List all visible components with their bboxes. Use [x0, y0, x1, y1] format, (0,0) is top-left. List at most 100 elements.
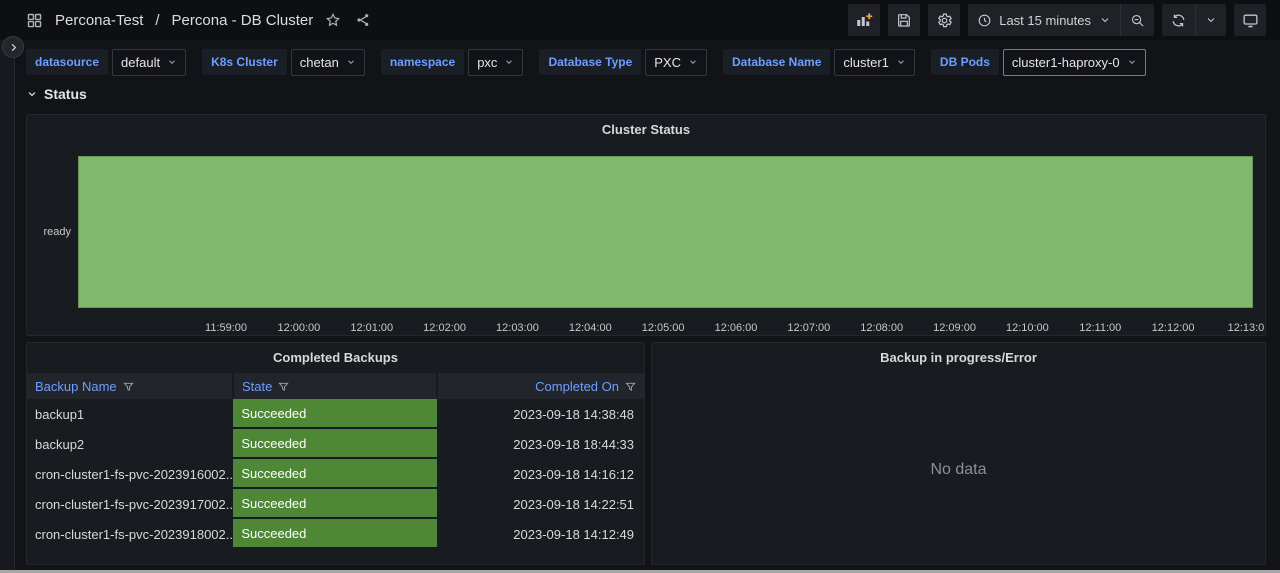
save-dashboard-button[interactable]	[888, 4, 920, 36]
apps-grid-icon[interactable]	[24, 10, 45, 31]
filter-selected-value: default	[121, 55, 160, 70]
column-header-backup-name[interactable]: Backup Name	[27, 373, 232, 399]
chevron-down-icon	[896, 57, 906, 67]
time-picker-group: Last 15 minutes	[968, 4, 1154, 36]
chevron-down-icon	[167, 57, 177, 67]
cell-state-succeeded: Succeeded	[233, 489, 436, 519]
x-tick-label: 12:07:00	[787, 322, 830, 334]
x-tick-label: 12:02:00	[423, 322, 466, 334]
share-icon[interactable]	[353, 10, 373, 30]
cell-state-succeeded: Succeeded	[233, 459, 436, 489]
plus-glyph	[866, 13, 872, 19]
filter-selected-value: chetan	[300, 55, 339, 70]
breadcrumb-separator: /	[155, 12, 159, 29]
y-axis-category-label: ready	[27, 156, 71, 308]
cell-state-succeeded: Succeeded	[233, 399, 436, 429]
filter-value-dropdown[interactable]: pxc	[468, 49, 523, 76]
column-header-state[interactable]: State	[234, 373, 436, 399]
dashboard-settings-button[interactable]	[928, 4, 960, 36]
column-header-label: Backup Name	[35, 379, 117, 394]
table-row: cron-cluster1-fs-pvc-2023916002... Succe…	[27, 459, 644, 489]
breadcrumb: Percona-Test / Percona - DB Cluster	[24, 10, 373, 31]
section-row-status[interactable]: Status	[26, 86, 87, 102]
table-row: backup2 Succeeded 2023-09-18 18:44:33	[27, 429, 644, 459]
filter-selected-value: pxc	[477, 55, 497, 70]
x-tick-label: 11:59:00	[205, 322, 247, 334]
cell-backup-name: backup2	[27, 429, 233, 459]
cell-completed-on: 2023-09-18 14:12:49	[437, 519, 644, 549]
x-tick-label: 12:03:00	[496, 322, 539, 334]
backups-table: Backup Name State Completed On	[27, 373, 644, 549]
template-variable-filter: datasource default	[26, 49, 186, 76]
no-data-message: No data	[652, 461, 1265, 479]
breadcrumb-dashboard-title: Percona - DB Cluster	[172, 12, 314, 29]
x-tick-label: 12:00:00	[277, 322, 320, 334]
filter-bar: datasource default K8s Cluster chetan na…	[26, 44, 1146, 80]
template-variable-filter: Database Name cluster1	[723, 49, 915, 76]
template-variable-filter: K8s Cluster chetan	[202, 49, 365, 76]
filter-value-dropdown[interactable]: chetan	[291, 49, 365, 76]
completed-backups-panel: Completed Backups Backup Name State	[26, 342, 645, 565]
column-header-label: State	[242, 379, 272, 394]
filter-funnel-icon[interactable]	[123, 381, 134, 392]
x-tick-label: 12:09:00	[933, 322, 976, 334]
filter-selected-value: PXC	[654, 55, 681, 70]
filter-label: namespace	[381, 49, 464, 75]
filter-value-dropdown[interactable]: default	[112, 49, 186, 76]
filter-label: K8s Cluster	[202, 49, 287, 75]
state-timeline-plot	[78, 156, 1253, 308]
column-header-completed-on[interactable]: Completed On	[438, 373, 644, 399]
chevron-down-icon	[26, 88, 38, 100]
refresh-interval-dropdown[interactable]	[1195, 4, 1226, 36]
chevron-down-icon	[504, 57, 514, 67]
filter-selected-value: cluster1-haproxy-0	[1012, 55, 1120, 70]
clock-icon	[977, 13, 992, 28]
table-row: backup1 Succeeded 2023-09-18 14:38:48	[27, 399, 644, 429]
cell-backup-name: cron-cluster1-fs-pvc-2023917002...	[27, 489, 233, 519]
cell-state-succeeded: Succeeded	[233, 519, 436, 549]
time-range-picker[interactable]: Last 15 minutes	[968, 4, 1120, 36]
add-panel-button[interactable]	[848, 4, 880, 36]
x-tick-label: 12:13:0	[1228, 322, 1265, 334]
expand-sidebar-button[interactable]	[2, 36, 24, 58]
template-variable-filter: namespace pxc	[381, 49, 524, 76]
x-tick-label: 12:01:00	[350, 322, 393, 334]
x-tick-label: 12:11:00	[1079, 322, 1121, 334]
filter-funnel-icon[interactable]	[278, 381, 289, 392]
section-title: Status	[44, 86, 87, 102]
collapsed-sidebar-strip	[0, 40, 15, 573]
column-header-label: Completed On	[535, 379, 619, 394]
breadcrumb-folder[interactable]: Percona-Test	[55, 12, 143, 29]
backup-in-progress-panel: Backup in progress/Error No data	[651, 342, 1266, 565]
template-variable-filter: Database Type PXC	[539, 49, 707, 76]
refresh-button[interactable]	[1162, 4, 1195, 36]
kiosk-mode-button[interactable]	[1234, 4, 1266, 36]
filter-value-dropdown[interactable]: PXC	[645, 49, 707, 76]
x-tick-label: 12:04:00	[569, 322, 612, 334]
x-tick-label: 12:06:00	[715, 322, 758, 334]
star-icon[interactable]	[323, 10, 343, 30]
x-axis-tick-row: 11:59:0012:00:0012:01:0012:02:0012:03:00…	[78, 314, 1253, 330]
filter-label: Database Name	[723, 49, 830, 75]
refresh-group	[1162, 4, 1226, 36]
panel-title[interactable]: Completed Backups	[27, 343, 644, 371]
chevron-down-icon	[1127, 57, 1137, 67]
table-row: cron-cluster1-fs-pvc-2023918002... Succe…	[27, 519, 644, 549]
x-tick-label: 12:12:00	[1152, 322, 1195, 334]
x-tick-label: 12:05:00	[642, 322, 685, 334]
filter-value-dropdown[interactable]: cluster1-haproxy-0	[1003, 49, 1146, 76]
state-bar-ready	[78, 156, 1253, 308]
x-tick-label: 12:10:00	[1006, 322, 1049, 334]
chevron-down-icon	[688, 57, 698, 67]
top-bar: Percona-Test / Percona - DB Cluster	[0, 0, 1280, 40]
panel-title[interactable]: Backup in progress/Error	[652, 343, 1265, 371]
cluster-status-panel: Cluster Status ready 11:59:0012:00:0012:…	[26, 114, 1266, 336]
zoom-out-time-button[interactable]	[1120, 4, 1154, 36]
topbar-actions: Last 15 minutes	[848, 4, 1266, 36]
backups-table-body: backup1 Succeeded 2023-09-18 14:38:48 ba…	[27, 399, 644, 549]
cell-completed-on: 2023-09-18 14:22:51	[437, 489, 644, 519]
cell-backup-name: cron-cluster1-fs-pvc-2023918002...	[27, 519, 233, 549]
panel-title[interactable]: Cluster Status	[27, 115, 1265, 143]
filter-funnel-icon[interactable]	[625, 381, 636, 392]
filter-value-dropdown[interactable]: cluster1	[834, 49, 915, 76]
